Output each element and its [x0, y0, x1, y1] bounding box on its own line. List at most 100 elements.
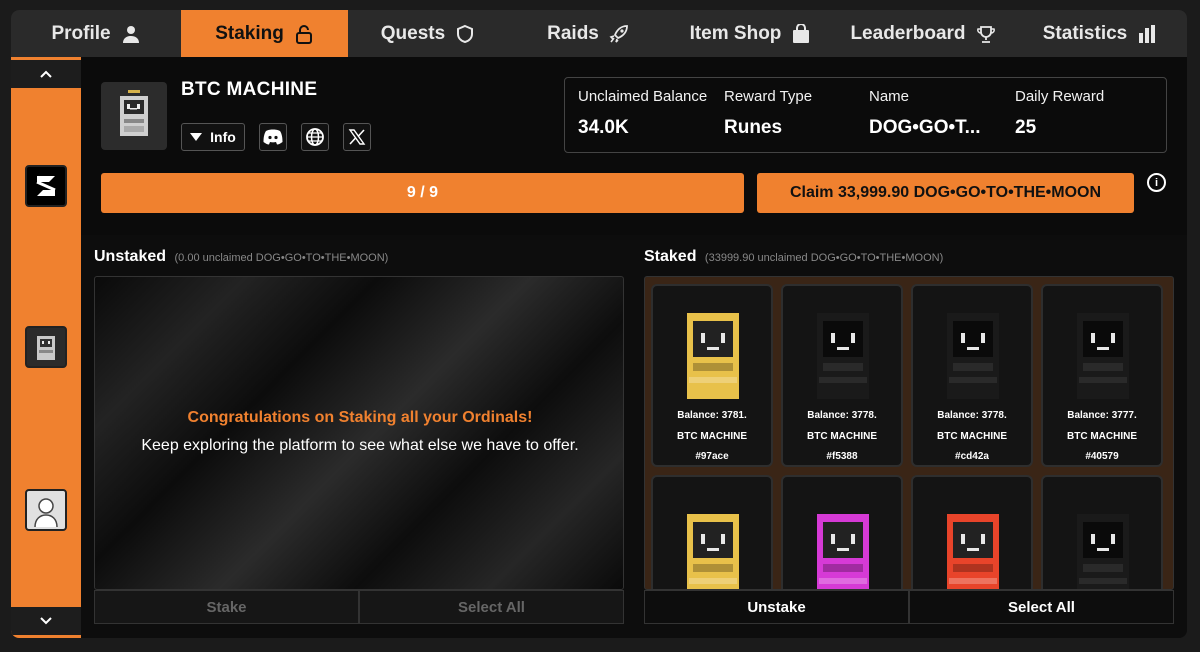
staked-heading: Staked (33999.90 unclaimed DOG•GO•TO•THE…: [644, 248, 943, 266]
btc-machine-icon: [120, 90, 148, 136]
trophy-icon: [976, 25, 995, 43]
staked-panel: Balance: 3781. BTC MACHINE #97ace Balanc…: [644, 276, 1174, 590]
tab-label: Profile: [51, 22, 111, 44]
tab-staking[interactable]: Staking: [181, 10, 348, 57]
tab-item-shop[interactable]: Item Shop: [668, 10, 833, 57]
card-name: BTC MACHINE: [677, 431, 747, 442]
staked-card[interactable]: Balance: 3778. BTC MACHINE #cd42a: [911, 284, 1033, 467]
machine-art: [791, 290, 895, 408]
info-button[interactable]: Info: [181, 123, 245, 151]
collection-sidebar: [11, 57, 81, 638]
staked-card[interactable]: Balance: 3777. BTC MACHINE #40579: [1041, 284, 1163, 467]
rocket-icon: [609, 24, 628, 43]
card-balance: Balance: 3778.: [807, 410, 877, 421]
unstaked-heading: Unstaked (0.00 unclaimed DOG•GO•TO•THE•M…: [94, 248, 388, 266]
btc-machine-art-icon: [947, 313, 999, 399]
unstaked-subtitle: (0.00 unclaimed DOG•GO•TO•THE•MOON): [174, 252, 389, 264]
shield-icon: [457, 24, 474, 43]
staked-card[interactable]: [1041, 475, 1163, 589]
stat-unclaimed-balance: Unclaimed Balance 34.0K: [578, 88, 707, 139]
claim-button[interactable]: Claim 33,999.90 DOG•GO•TO•THE•MOON: [757, 173, 1134, 213]
scroll-down-button[interactable]: [11, 607, 81, 635]
tab-label: Quests: [380, 22, 446, 44]
tab-bar: Profile Staking Quests Raids Item Shop L…: [11, 10, 1187, 57]
machine-art: [661, 290, 765, 408]
collection-title: BTC MACHINE: [181, 79, 318, 100]
staked-card[interactable]: [781, 475, 903, 589]
btc-machine-art-icon: [1077, 514, 1129, 589]
tab-profile[interactable]: Profile: [11, 10, 181, 57]
collection-thumb-s[interactable]: [25, 165, 67, 207]
stat-value: DOG•GO•T...: [869, 117, 981, 138]
select-all-unstaked-button[interactable]: Select All: [359, 590, 624, 624]
caret-down-icon: [190, 133, 203, 141]
btc-machine-art-icon: [947, 514, 999, 589]
stat-label: Unclaimed Balance: [578, 88, 708, 105]
stat-daily-reward: Daily Reward 25: [1015, 88, 1104, 139]
btc-machine-art-icon: [687, 514, 739, 589]
unstaked-actions: Stake Select All: [94, 590, 624, 624]
tab-raids[interactable]: Raids: [508, 10, 668, 57]
machine-art: [1051, 290, 1155, 408]
info-label: Info: [210, 129, 236, 145]
collection-logo: [101, 82, 167, 150]
select-all-staked-button[interactable]: Select All: [909, 590, 1174, 624]
collection-header: BTC MACHINE Info Unclaimed Balance 34.0K…: [81, 57, 1187, 235]
globe-icon: [306, 128, 324, 146]
tab-label: Staking: [215, 22, 284, 44]
tab-leaderboard[interactable]: Leaderboard: [833, 10, 1013, 57]
staked-card[interactable]: [651, 475, 773, 589]
shopping-bag-icon: [793, 23, 810, 43]
collection-thumb-portrait[interactable]: [25, 489, 67, 531]
website-link[interactable]: [301, 123, 329, 151]
stat-name: Name DOG•GO•T...: [869, 88, 980, 139]
stat-value: Runes: [724, 117, 783, 138]
info-circle-icon[interactable]: i: [1147, 173, 1166, 192]
card-hash: #40579: [1085, 451, 1119, 462]
stat-label: Daily Reward: [1015, 88, 1105, 105]
staked-grid: Balance: 3781. BTC MACHINE #97ace Balanc…: [651, 284, 1169, 589]
card-balance: Balance: 3777.: [1067, 410, 1137, 421]
machine-art: [1051, 481, 1155, 589]
discord-link[interactable]: [259, 123, 287, 151]
collection-thumb-btc-machine[interactable]: [25, 326, 67, 368]
staked-actions: Unstake Select All: [644, 590, 1174, 624]
card-balance: Balance: 3778.: [937, 410, 1007, 421]
bar-chart-icon: [1139, 24, 1156, 43]
staked-card[interactable]: Balance: 3778. BTC MACHINE #f5388: [781, 284, 903, 467]
stats-panel: Unclaimed Balance 34.0K Reward Type Rune…: [564, 77, 1167, 153]
congrats-message: Congratulations on Staking all your Ordi…: [187, 409, 533, 426]
card-balance: Balance: 3781.: [677, 410, 747, 421]
unstake-button[interactable]: Unstake: [644, 590, 909, 624]
staked-subtitle: (33999.90 unclaimed DOG•GO•TO•THE•MOON): [704, 252, 944, 264]
btc-machine-art-icon: [687, 313, 739, 399]
card-name: BTC MACHINE: [807, 431, 877, 442]
btc-machine-art-icon: [817, 313, 869, 399]
stat-value: 25: [1015, 117, 1037, 138]
btc-machine-art-icon: [1077, 313, 1129, 399]
scroll-up-button[interactable]: [11, 60, 81, 88]
user-icon: [122, 25, 139, 43]
machine-art: [921, 290, 1025, 408]
stake-button[interactable]: Stake: [94, 590, 359, 624]
x-twitter-link[interactable]: [343, 123, 371, 151]
card-name: BTC MACHINE: [1067, 431, 1137, 442]
tab-label: Statistics: [1042, 22, 1128, 44]
card-hash: #97ace: [695, 451, 729, 462]
unstaked-panel: Congratulations on Staking all your Ordi…: [94, 276, 624, 590]
staking-window: Profile Staking Quests Raids Item Shop L…: [11, 10, 1187, 638]
unlock-icon: [295, 24, 312, 44]
staked-card[interactable]: [911, 475, 1033, 589]
staked-card[interactable]: Balance: 3781. BTC MACHINE #97ace: [651, 284, 773, 467]
stat-label: Name: [869, 88, 910, 105]
card-name: BTC MACHINE: [937, 431, 1007, 442]
stat-reward-type: Reward Type Runes: [724, 88, 812, 139]
card-hash: #cd42a: [955, 451, 989, 462]
stat-value: 34.0K: [578, 117, 629, 138]
card-hash: #f5388: [826, 451, 858, 462]
chevron-down-icon: [40, 617, 52, 625]
tab-statistics[interactable]: Statistics: [1013, 10, 1187, 57]
x-logo-icon: [348, 129, 366, 145]
tab-quests[interactable]: Quests: [348, 10, 508, 57]
tab-label: Raids: [547, 22, 599, 44]
